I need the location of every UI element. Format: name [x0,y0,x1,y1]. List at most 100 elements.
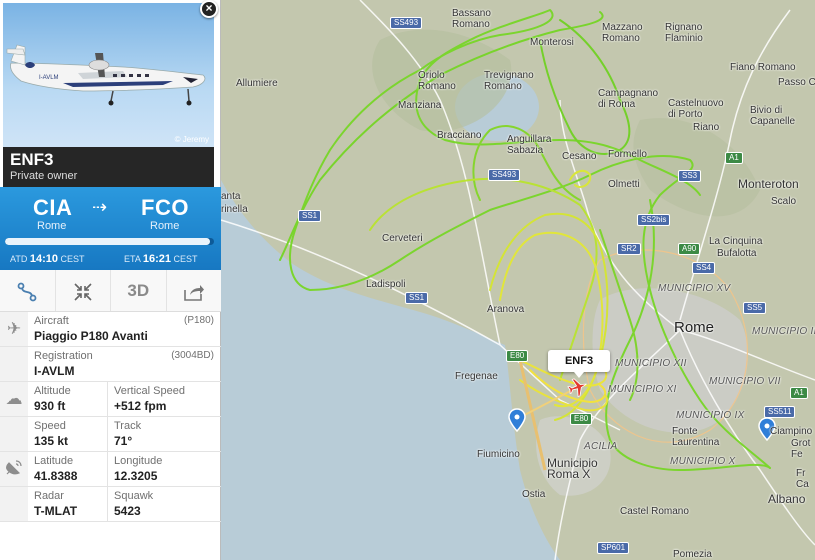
radar-label: Radar [34,490,64,502]
place-label: MUNICIPIO IX [676,410,745,421]
divider [107,417,108,452]
place-label: anta [221,191,241,202]
place-label: MUNICIPIO X [670,456,736,467]
place-label: Anguillara Sabazia [507,134,552,156]
place-label: MUNICIPIO VII [709,376,781,387]
speed-row: Speed 135 kt Track 71° [0,417,221,452]
divider [107,382,108,417]
atd-timezone: CEST [60,254,85,264]
origin-code[interactable]: CIA [33,195,72,221]
road-shield: A1 [725,152,743,164]
eta-label: ETA [124,254,141,264]
3d-view-button[interactable]: 3D [111,270,167,311]
road-shield: E80 [570,413,593,425]
divider [107,487,108,522]
departure-time: ATD 14:10 CEST [10,253,85,265]
atd-time: 14:10 [29,253,58,265]
place-label: Trevignano Romano [484,70,534,92]
place-label: Monterosi [530,37,574,48]
airplane-icon: ✈ [6,319,22,338]
place-label: Manziana [398,100,442,111]
flight-details: ✈ Aircraft Piaggio P180 Avanti (P180) Re… [0,312,221,522]
route-icon [17,282,37,302]
photo-credit: © Jeremy [174,135,209,144]
road-shield: E80 [506,350,529,362]
origin-city: Rome [37,220,67,232]
place-label: Passo C [778,77,815,88]
route-button[interactable] [0,270,56,311]
share-icon [183,285,204,302]
altitude-value: 930 ft [34,399,66,413]
flight-progress-fill [5,238,210,245]
flight-callout[interactable]: ENF3 [548,350,610,378]
squawk-value: 5423 [114,504,141,518]
place-label: Allumiere [236,78,278,89]
place-label: Castelnuovo di Porto [668,98,724,120]
place-label: Campagnano di Roma [598,88,659,110]
destination-code[interactable]: FCO [141,195,189,221]
place-label: Fr Ca [796,468,809,490]
road-shield: SP601 [597,542,630,554]
callsign: ENF3 [10,150,54,169]
place-label: Riano [693,122,720,133]
aircraft-row: ✈ Aircraft Piaggio P180 Avanti (P180) [0,312,221,347]
close-button[interactable]: × [200,0,218,18]
place-label: Fiano Romano [730,62,796,73]
place-label: Grot Fe [791,438,811,460]
satellite-dish-icon [3,458,25,480]
flight-tracker-app: Bassano Romano Monterosi Mazzano Romano Ri… [0,0,815,560]
road-shield: SS1 [405,292,429,304]
atd-label: ATD [10,254,28,264]
road-shield: SS493 [488,169,521,181]
speed-value: 135 kt [34,434,69,448]
radar-value: T-MLAT [34,504,78,518]
place-label: Formello [608,149,647,160]
registration-row: Registration I-AVLM (3004BD) [0,347,221,382]
place-label: Olmetti [608,179,640,190]
place-label: Fonte Laurentina [672,426,720,448]
place-label: MUNICIPIO XII [615,358,687,369]
road-shield: SS5 [743,302,767,314]
eta-time: 16:21 [142,253,171,265]
place-label: Mazzano Romano [602,22,643,44]
flight-info-panel: I-AVLM © Jeremy × ENF3 Private owner CIA… [0,0,221,560]
vertical-speed-value: +512 fpm [114,399,167,413]
road-shield: SS511 [764,406,796,418]
road-shield: SS1 [298,210,322,222]
place-label: Pomezia [673,549,712,560]
place-label: Ciampino [770,426,813,437]
place-label: Bracciano [437,130,482,141]
registration-value[interactable]: I-AVLM [34,363,214,379]
place-label: Ostia [522,489,546,500]
aircraft-type[interactable]: Piaggio P180 Avanti [34,328,214,344]
place-label: Fiumicino [477,449,520,460]
road-shield: A90 [678,243,701,255]
radar-row: Radar T-MLAT Squawk 5423 [0,487,221,522]
road-shield: SS493 [390,17,423,29]
place-label: MUNICIPIO XI [608,384,677,395]
latitude-value: 41.8388 [34,469,78,483]
place-label: Bivio di Capanelle [750,105,796,127]
cloud-icon: ☁ [5,389,23,408]
aircraft-photo[interactable]: I-AVLM © Jeremy [3,3,214,147]
altitude-row: ☁ Altitude 930 ft Vertical Speed +512 fp… [0,382,221,417]
place-label: rinella [221,204,248,215]
arrival-time: ETA 16:21 CEST [124,253,198,265]
share-button[interactable] [167,270,222,311]
route-banner: CIA Rome ⇢ FCO Rome ATD 14:10 CEST ETA 1… [0,187,221,270]
place-label: Scalo [771,196,797,207]
place-label: Albano [768,492,806,506]
collapse-button[interactable] [56,270,111,311]
place-label: Monteroton [738,177,799,191]
road-shield: SR2 [617,243,641,255]
place-label: Castel Romano [620,506,689,517]
route-arrow-icon: ⇢ [92,197,108,217]
place-label: Cerveteri [382,233,423,244]
place-label: Rome [674,319,715,336]
destination-city: Rome [150,220,180,232]
place-label: Cesano [562,151,597,162]
callsign-header: ENF3 Private owner [3,147,214,187]
place-label: Fregenae [455,371,498,382]
mode-s-code: (3004BD) [171,350,214,361]
flight-progress-bar [5,238,214,245]
